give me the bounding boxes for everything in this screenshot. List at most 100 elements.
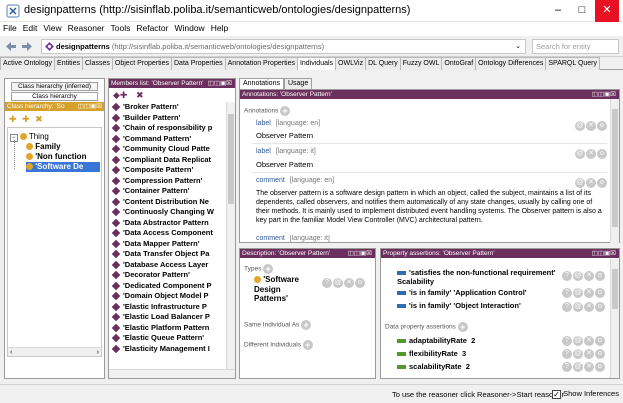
member-item[interactable]: 'Data Access Component [109,228,235,239]
delete-icon[interactable]: ✕ [584,349,594,359]
close-button[interactable]: ✕ [595,0,619,22]
delete-icon[interactable]: ✕ [344,278,354,288]
panel-controls-icon[interactable]: ◫◫▣☒ [348,249,372,258]
annotate-icon[interactable]: @ [573,362,583,372]
tab-fuzzy-owl[interactable]: Fuzzy OWL [399,57,443,70]
tab-ontograf[interactable]: OntoGraf [441,57,477,70]
member-item[interactable]: 'Elastic Infrastructure P [109,302,235,313]
scroll-right-icon[interactable]: › [97,348,99,357]
help-icon[interactable]: ? [562,302,572,312]
delete-class-icon[interactable]: ✖ [35,114,43,124]
help-icon[interactable]: ? [322,278,332,288]
panel-controls-icon[interactable]: ◫◫▣☒ [78,102,102,111]
help-icon[interactable]: ? [562,362,572,372]
tree-node-non-functional[interactable]: 'Non function [26,152,86,161]
menu-help[interactable]: Help [208,22,231,33]
delete-icon[interactable]: ✕ [586,149,596,159]
menu-refactor[interactable]: Refactor [133,22,171,33]
annotations-vertical-scrollbar[interactable] [610,99,619,243]
tab-active-ontology[interactable]: Active Ontology [0,57,56,70]
property-assertions-scrollbar[interactable] [610,259,619,378]
tab-usage[interactable]: Usage [283,78,313,89]
edit-icon[interactable]: o [595,336,605,346]
add-data-property-icon[interactable]: + [457,322,468,332]
panel-controls-icon[interactable]: ◫◫▣☒ [592,249,616,258]
member-item[interactable]: 'Compression Pattern' [109,176,235,187]
search-input[interactable]: Search for entity [532,39,619,54]
member-item[interactable]: 'Content Distribution Ne [109,197,235,208]
delete-icon[interactable]: ✕ [584,271,594,281]
back-arrow-icon[interactable] [6,42,16,51]
scroll-thumb[interactable] [612,269,618,309]
menu-tools[interactable]: Tools [108,22,134,33]
member-item[interactable]: 'Domain Object Model P [109,291,235,302]
active-ontology-selector[interactable]: designpatterns (http://sisinflab.poliba.… [41,39,526,54]
delete-icon[interactable]: ✕ [584,362,594,372]
member-item[interactable]: 'Elasticity Management I [109,344,235,355]
class-hierarchy-tab[interactable]: Class hierarchy [11,92,98,101]
tab-annotations[interactable]: Annotations [239,78,284,89]
tab-data-properties[interactable]: Data Properties [171,57,226,70]
member-item[interactable]: 'Composite Pattern' [109,165,235,176]
help-icon[interactable]: ? [562,349,572,359]
annotate-icon[interactable]: @ [573,302,583,312]
delete-icon[interactable]: ✕ [584,336,594,346]
help-icon[interactable]: ? [562,271,572,281]
add-annotation-icon[interactable]: + [280,106,291,116]
tab-classes[interactable]: Classes [82,57,113,70]
class-hierarchy-inferred-tab[interactable]: Class hierarchy (inferred) [11,82,98,91]
delete-icon[interactable]: ✕ [586,178,596,188]
menu-reasoner[interactable]: Reasoner [65,22,108,33]
member-item[interactable]: 'Continuosly Changing W [109,207,235,218]
help-icon[interactable]: ? [562,288,572,298]
add-type-icon[interactable]: + [263,264,274,274]
member-item[interactable]: 'Container Pattern' [109,186,235,197]
scroll-thumb[interactable] [612,109,618,227]
tab-individuals[interactable]: Individuals [296,57,337,70]
forward-arrow-icon[interactable] [22,42,32,51]
member-item[interactable]: 'Community Cloud Patte [109,144,235,155]
member-item[interactable]: 'Data Abstractor Pattern [109,218,235,229]
minimize-button[interactable]: – [547,0,569,22]
tab-annotation-properties[interactable]: Annotation Properties [224,57,298,70]
tab-object-properties[interactable]: Object Properties [111,57,172,70]
menu-window[interactable]: Window [171,22,207,33]
member-item[interactable]: 'Elastic Queue Pattern' [109,333,235,344]
edit-icon[interactable]: o [595,302,605,312]
maximize-button[interactable]: □ [571,0,593,22]
members-horizontal-scrollbar[interactable] [109,369,235,378]
annotate-icon[interactable]: @ [573,288,583,298]
annotate-icon[interactable]: @ [573,271,583,281]
menu-view[interactable]: View [40,22,64,33]
add-individual-icon[interactable]: ◆✚ [113,90,127,100]
panel-controls-icon[interactable]: ◫◫▣☒ [592,90,616,99]
chevron-down-icon[interactable]: ⌄ [515,40,521,53]
tree-node-software-design[interactable]: 'Software De [26,162,100,172]
horizontal-scrollbar[interactable]: ‹ › [8,347,101,356]
edit-icon[interactable]: o [597,121,607,131]
member-item[interactable]: 'Broker Pattern' [109,102,235,113]
delete-individual-icon[interactable]: ✖ [136,90,144,100]
member-item[interactable]: 'Compliant Data Replicat [109,155,235,166]
scroll-left-icon[interactable]: ‹ [10,348,12,357]
delete-icon[interactable]: ✕ [586,121,596,131]
tree-node-family[interactable]: Family [26,142,61,151]
annotate-icon[interactable]: @ [573,349,583,359]
add-different-individual-icon[interactable]: + [302,340,313,350]
edit-icon[interactable]: o [595,362,605,372]
add-sibling-icon[interactable]: ✚ [22,114,30,124]
scroll-thumb[interactable] [228,114,234,204]
tab-owlviz[interactable]: OWLViz [335,57,367,70]
edit-icon[interactable]: o [595,288,605,298]
tab-sparql-query[interactable]: SPARQL Query [545,57,601,70]
member-item[interactable]: 'Elastic Platform Pattern [109,323,235,334]
member-item[interactable]: 'Builder Pattern' [109,113,235,124]
show-inferences-toggle[interactable]: ✓ Show Inferences [552,389,619,399]
menu-edit[interactable]: Edit [20,22,41,33]
add-subclass-icon[interactable]: ✚ [9,114,17,124]
tab-ontology-differences[interactable]: Ontology Differences [475,57,547,70]
annotate-icon[interactable]: @ [575,149,585,159]
annotate-icon[interactable]: @ [575,178,585,188]
member-item[interactable]: 'Dedicated Component P [109,281,235,292]
add-same-individual-icon[interactable]: + [301,320,312,330]
